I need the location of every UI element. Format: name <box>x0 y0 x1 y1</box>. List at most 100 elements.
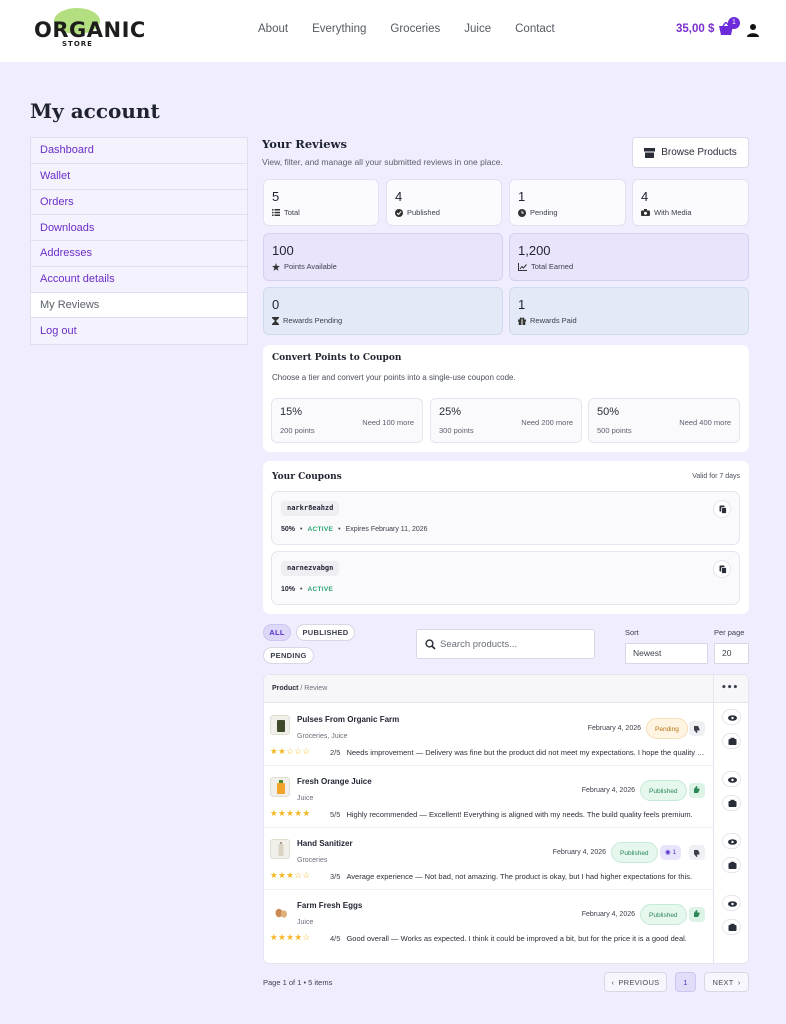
page-title: My account <box>30 99 160 123</box>
table-row[interactable]: Fresh Orange Juice Juice February 4, 202… <box>264 766 713 828</box>
sidebar-item-account-details[interactable]: Account details <box>31 267 247 293</box>
tier-50[interactable]: 50% 500 points Need 400 more <box>588 398 740 443</box>
product-category: Groceries, Juice <box>297 733 348 740</box>
product-name[interactable]: Pulses From Organic Farm <box>297 715 399 724</box>
star-icon: ★ <box>302 809 311 819</box>
sidebar-item-wallet[interactable]: Wallet <box>31 164 247 190</box>
stat-total-value: 5 <box>272 189 280 204</box>
previous-page-button[interactable]: ‹ PREVIOUS <box>604 972 667 992</box>
media-gallery-icon[interactable] <box>722 795 741 811</box>
status-badge: Published <box>640 904 687 925</box>
status-badge: Pending <box>646 718 688 739</box>
site-logo[interactable]: ORGANIC STORE <box>30 6 145 52</box>
table-row[interactable]: Pulses From Organic Farm Groceries, Juic… <box>264 704 713 766</box>
table-row[interactable]: Hand Sanitizer Groceries February 4, 202… <box>264 828 713 890</box>
camera-icon <box>641 209 650 216</box>
stat-with-media: 4 With Media <box>632 179 749 226</box>
cart-total[interactable]: 35,00 $ <box>676 23 714 35</box>
product-name[interactable]: Fresh Orange Juice <box>297 777 372 786</box>
coupon-status: ACTIVE <box>307 586 334 593</box>
filter-pending[interactable]: PENDING <box>263 647 314 664</box>
logo-subtitle: STORE <box>62 40 93 48</box>
stat-media-value: 4 <box>641 189 649 204</box>
media-gallery-icon[interactable] <box>722 857 741 873</box>
view-eye-icon[interactable] <box>722 771 741 787</box>
review-date: February 4, 2026 <box>581 787 635 794</box>
product-category: Groceries <box>297 857 328 864</box>
coupon-item: narnezvabgn 10% • ACTIVE <box>271 551 740 605</box>
stat-published-label: Published <box>407 208 440 217</box>
filter-all[interactable]: ALL <box>263 624 291 641</box>
product-name[interactable]: Farm Fresh Eggs <box>297 901 362 910</box>
product-thumbnail <box>270 839 290 859</box>
sidebar-item-orders[interactable]: Orders <box>31 190 247 216</box>
star-empty-icon: ☆ <box>294 871 303 881</box>
stat-points-available: 100 Points Available <box>263 233 503 281</box>
view-eye-icon[interactable] <box>722 833 741 849</box>
table-row[interactable]: Farm Fresh Eggs Juice February 4, 2026 P… <box>264 890 713 952</box>
points-available-label: Points Available <box>284 262 337 271</box>
list-icon <box>272 209 280 216</box>
tier-15[interactable]: 15% 200 points Need 100 more <box>271 398 423 443</box>
coupon-expiry: Expires February 11, 2026 <box>345 526 428 533</box>
sidebar-item-log-out[interactable]: Log out <box>31 318 247 344</box>
pagination-summary: Page 1 of 1 • 5 items <box>263 978 333 987</box>
per-page-select[interactable]: 20 <box>714 643 749 664</box>
product-name[interactable]: Hand Sanitizer <box>297 839 353 848</box>
clock-icon <box>518 208 526 217</box>
media-count: 1 <box>672 849 677 856</box>
media-gallery-icon[interactable] <box>722 919 741 935</box>
rating-stars: ★★★★★ <box>270 809 311 819</box>
status-badge: Published <box>640 780 687 801</box>
sidebar-item-dashboard[interactable]: Dashboard <box>31 138 247 164</box>
sort-select[interactable]: Newest <box>625 643 708 664</box>
table-header: Product / Review ••• <box>264 675 748 703</box>
browse-products-button[interactable]: Browse Products <box>632 137 749 168</box>
product-thumbnail <box>270 715 290 735</box>
nav-groceries[interactable]: Groceries <box>390 23 440 35</box>
account-sidebar: Dashboard Wallet Orders Downloads Addres… <box>30 137 248 345</box>
sidebar-item-addresses[interactable]: Addresses <box>31 241 247 267</box>
coupons-validity: Valid for 7 days <box>692 473 740 480</box>
search-input[interactable] <box>440 636 588 653</box>
view-eye-icon[interactable] <box>722 895 741 911</box>
star-icon: ★ <box>270 933 279 943</box>
product-category: Juice <box>297 919 314 926</box>
page-1-button[interactable]: 1 <box>675 972 696 992</box>
rating-score: 5/5 <box>330 810 341 819</box>
coupon-code[interactable]: narkr8eahzd <box>281 501 340 516</box>
filter-published[interactable]: PUBLISHED <box>296 624 355 641</box>
sidebar-item-downloads[interactable]: Downloads <box>31 215 247 241</box>
nav-juice[interactable]: Juice <box>464 23 491 35</box>
stat-rewards-paid: 1 Rewards Paid <box>509 287 749 335</box>
star-icon: ★ <box>294 809 303 819</box>
nav-about[interactable]: About <box>258 23 288 35</box>
tier-percent: 15% <box>280 406 303 418</box>
tier-percent: 50% <box>597 406 620 418</box>
review-text: Average experience — Not bad, not amazin… <box>346 872 693 881</box>
nav-contact[interactable]: Contact <box>515 23 555 35</box>
next-page-button[interactable]: NEXT › <box>704 972 749 992</box>
thumbs-up-icon <box>689 783 705 798</box>
stat-total: 5 Total <box>263 179 379 226</box>
product-category: Juice <box>297 795 314 802</box>
copy-icon[interactable] <box>713 500 731 518</box>
coupon-code[interactable]: narnezvabgn <box>281 561 340 576</box>
gift-icon <box>518 317 526 325</box>
tier-25[interactable]: 25% 300 points Need 200 more <box>430 398 582 443</box>
header-review: / Review <box>300 685 328 692</box>
star-empty-icon: ☆ <box>302 933 311 943</box>
user-icon[interactable] <box>746 23 760 37</box>
sidebar-item-my-reviews[interactable]: My Reviews <box>31 292 247 319</box>
stat-rewards-pending: 0 Rewards Pending <box>263 287 503 335</box>
total-earned-label: Total Earned <box>531 262 574 271</box>
nav-everything[interactable]: Everything <box>312 23 366 35</box>
copy-icon[interactable] <box>713 560 731 578</box>
star-icon <box>272 262 280 271</box>
product-thumbnail <box>270 777 290 797</box>
cart-count-badge: 1 <box>728 17 740 29</box>
view-eye-icon[interactable] <box>722 709 741 725</box>
coupon-discount: 10% <box>281 586 296 593</box>
media-gallery-icon[interactable] <box>722 733 741 749</box>
rating-score: 2/5 <box>330 748 341 757</box>
